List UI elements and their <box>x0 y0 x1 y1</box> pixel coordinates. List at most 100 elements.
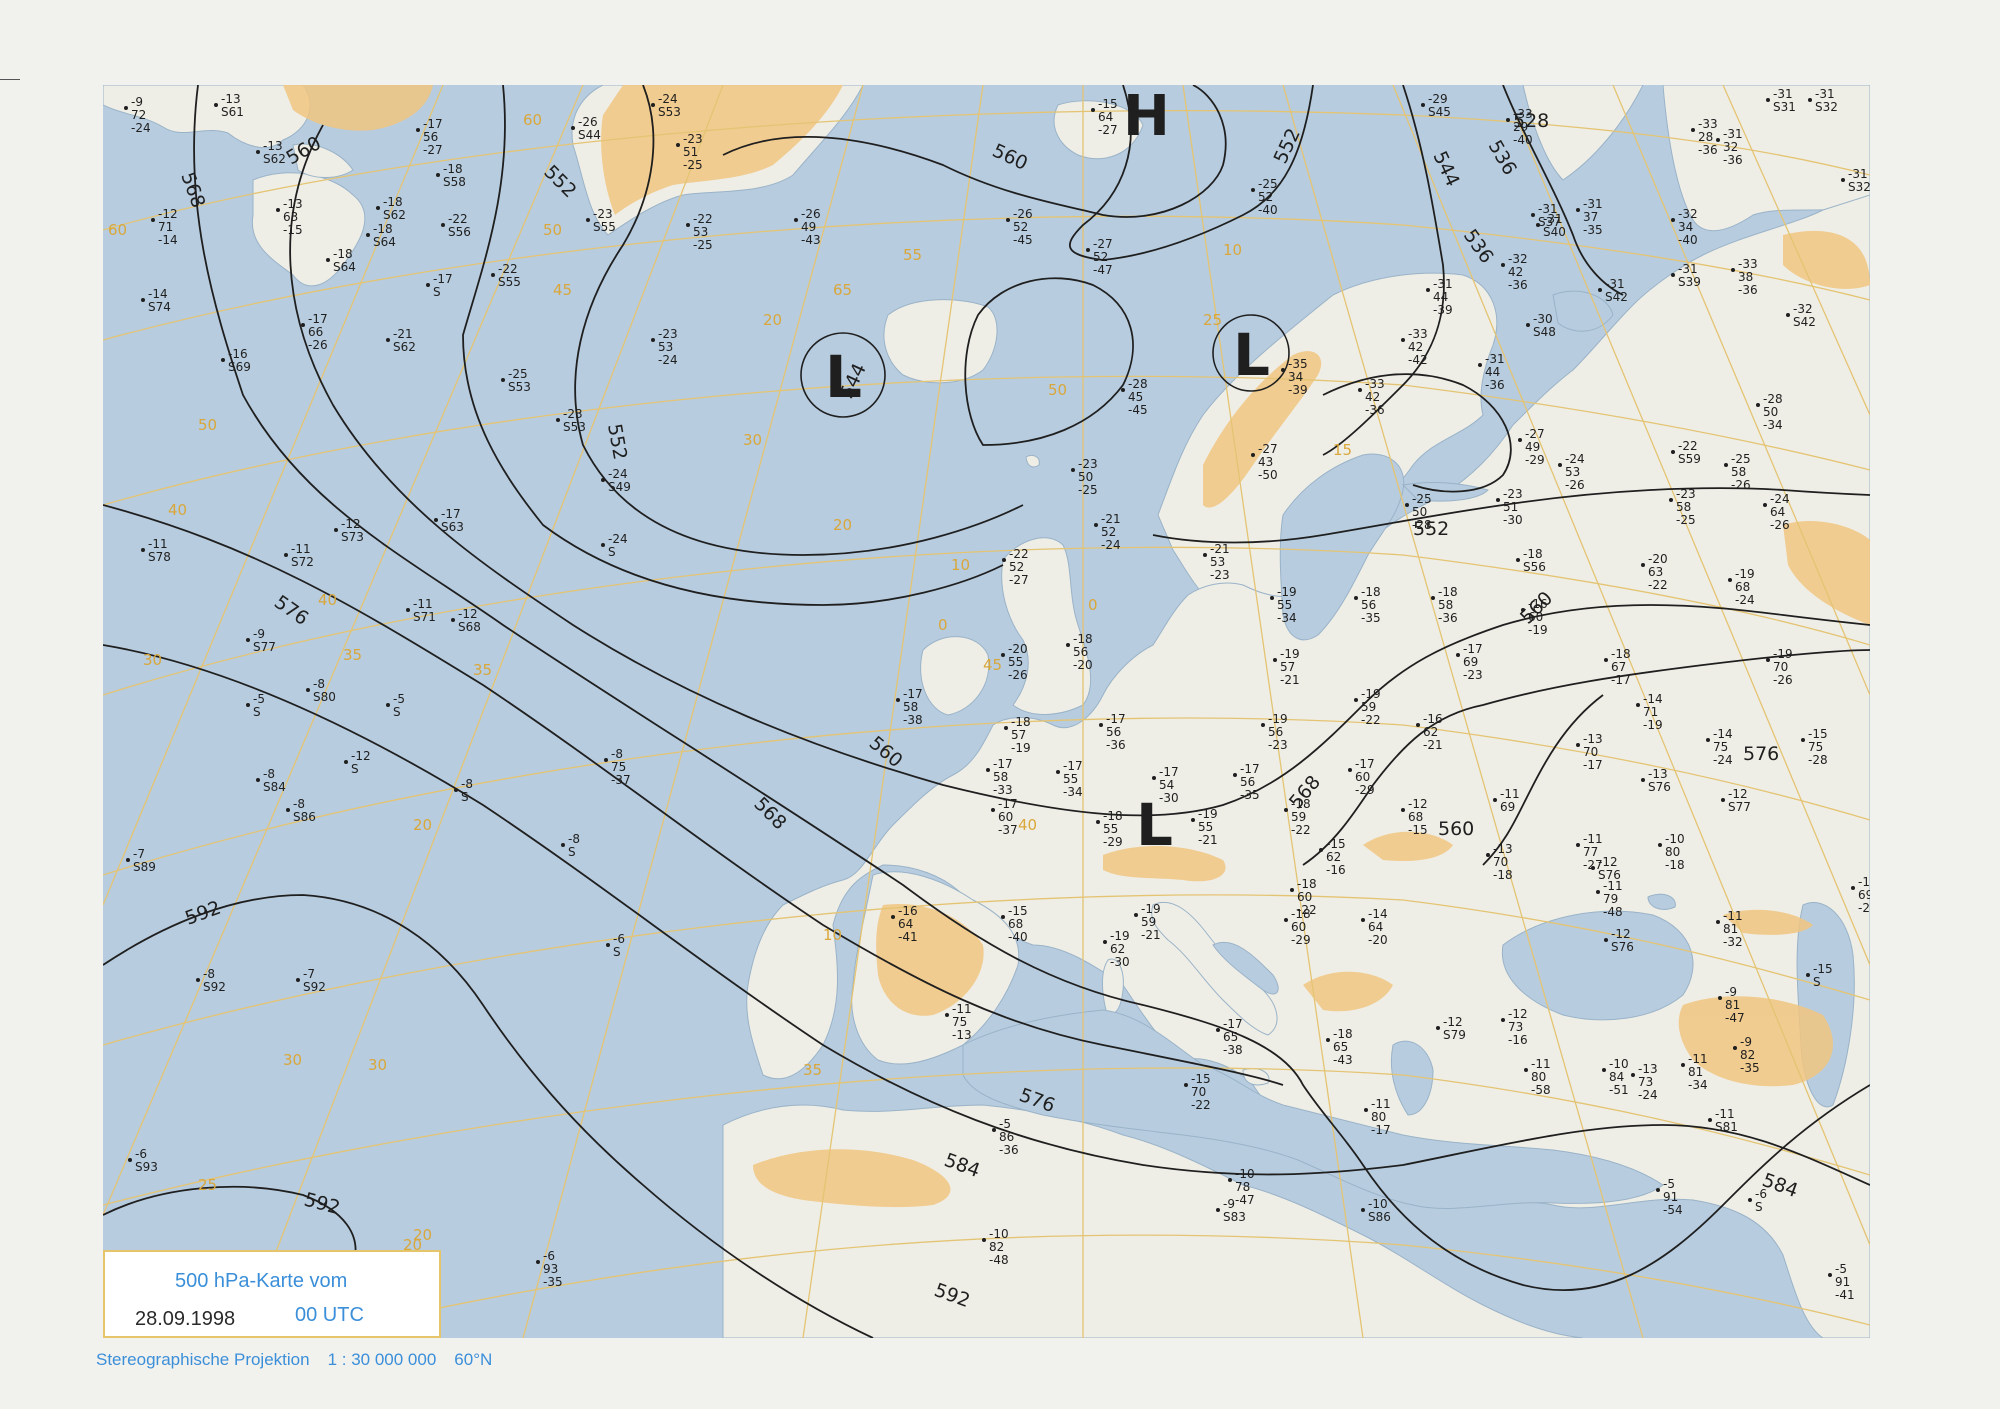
station-marker <box>301 323 305 327</box>
station-value: 77 <box>1583 845 1598 859</box>
station-value: 60 <box>1297 890 1312 904</box>
station-value: 42 <box>1408 340 1423 354</box>
station-value: -28 <box>1808 753 1828 767</box>
station-value: -18 <box>1011 715 1031 729</box>
station-value: 34 <box>1678 220 1693 234</box>
station-marker <box>1808 98 1812 102</box>
station-value: 37 <box>1583 210 1598 224</box>
station-value: S62 <box>393 340 416 354</box>
station-value: S53 <box>563 420 586 434</box>
station-value: 53 <box>1565 465 1580 479</box>
station-value: -23 <box>658 327 678 341</box>
station-value: 38 <box>1738 270 1753 284</box>
station-value: 55 <box>1103 822 1118 836</box>
station-value: -31 <box>1848 167 1868 181</box>
station-value: 55 <box>1063 772 1078 786</box>
station-marker <box>1004 726 1008 730</box>
margin-mark <box>0 79 20 80</box>
station-marker <box>1641 778 1645 782</box>
station-value: -30 <box>1503 513 1523 527</box>
station-value: 69 <box>1463 655 1478 669</box>
station-value: -18 <box>373 222 393 236</box>
station-marker <box>214 103 218 107</box>
graticule-label: 60 <box>523 111 542 129</box>
station-value: -27 <box>423 143 443 157</box>
station-marker <box>1456 653 1460 657</box>
station-value: 56 <box>423 130 438 144</box>
station-value: -19 <box>1110 929 1130 943</box>
station-value: -17 <box>998 797 1018 811</box>
station-value: 64 <box>898 917 913 931</box>
station-marker <box>1766 98 1770 102</box>
station-value: -9 <box>1725 985 1737 999</box>
station-value: -29 <box>1525 453 1545 467</box>
station-value: -16 <box>228 347 248 361</box>
station-value: S78 <box>148 550 171 564</box>
station-value: -10 <box>1609 1057 1629 1071</box>
station-marker <box>1516 558 1520 562</box>
station-value: S63 <box>441 520 464 534</box>
station-value: -18 <box>1291 907 1311 921</box>
station-value: S68 <box>458 620 481 634</box>
graticule-label: 10 <box>1223 241 1242 259</box>
station-value: -17 <box>433 272 453 286</box>
station-value: -33 <box>1408 327 1428 341</box>
station-value: -12 <box>458 607 478 621</box>
station-value: -18 <box>1103 809 1123 823</box>
station-value: -9 <box>1223 1197 1235 1211</box>
station-marker <box>436 173 440 177</box>
station-value: S48 <box>1533 325 1556 339</box>
station-value: 64 <box>1368 920 1383 934</box>
station-marker <box>1426 288 1430 292</box>
synoptic-map: 568 560 552 552 544 552 560 544 536 560 … <box>103 85 1870 1338</box>
station-marker <box>1216 1028 1220 1032</box>
station-value: -17 <box>1240 762 1260 776</box>
station-marker <box>406 608 410 612</box>
station-marker <box>124 106 128 110</box>
station-value: S79 <box>1443 1028 1466 1042</box>
station-value: -8 <box>293 797 305 811</box>
station-value: 57 <box>1280 660 1295 674</box>
station-marker <box>1096 820 1100 824</box>
station-value: -19 <box>1141 902 1161 916</box>
station-value: -45 <box>1128 403 1148 417</box>
station-value: -19 <box>1361 687 1381 701</box>
station-value: -36 <box>1106 738 1126 752</box>
station-value: -18 <box>1493 868 1513 882</box>
graticule-label: 50 <box>543 221 562 239</box>
station-marker <box>434 518 438 522</box>
station-value: -17 <box>1106 712 1126 726</box>
station-value: -36 <box>1365 403 1385 417</box>
station-value: 44 <box>1433 290 1448 304</box>
station-value: 75 <box>1713 740 1728 754</box>
station-marker <box>794 218 798 222</box>
station-value: 64 <box>1770 505 1785 519</box>
station-value: 81 <box>1723 922 1738 936</box>
station-marker <box>1290 888 1294 892</box>
station-marker <box>1233 773 1237 777</box>
station-value: S <box>461 790 469 804</box>
station-value: S69 <box>228 360 251 374</box>
station-marker <box>1405 503 1409 507</box>
station-marker <box>246 703 250 707</box>
station-marker <box>891 915 895 919</box>
station-value: 52 <box>1009 560 1024 574</box>
station-marker <box>1086 248 1090 252</box>
station-value: -22 <box>1361 713 1381 727</box>
station-value: -11 <box>1500 787 1520 801</box>
station-value: -12 <box>1443 1015 1463 1029</box>
station-marker <box>1284 918 1288 922</box>
station-value: -21 <box>1423 738 1443 752</box>
station-value: -47 <box>1725 1011 1745 1025</box>
station-marker <box>986 768 990 772</box>
station-value: 71 <box>158 220 173 234</box>
station-marker <box>1691 128 1695 132</box>
station-marker <box>1576 208 1580 212</box>
station-value: 80 <box>1665 845 1680 859</box>
station-marker <box>1598 288 1602 292</box>
station-value: S76 <box>1611 940 1634 954</box>
station-value: 59 <box>1361 700 1376 714</box>
station-marker <box>1501 263 1505 267</box>
station-value: S76 <box>1648 780 1671 794</box>
station-value: -19 <box>1773 647 1793 661</box>
